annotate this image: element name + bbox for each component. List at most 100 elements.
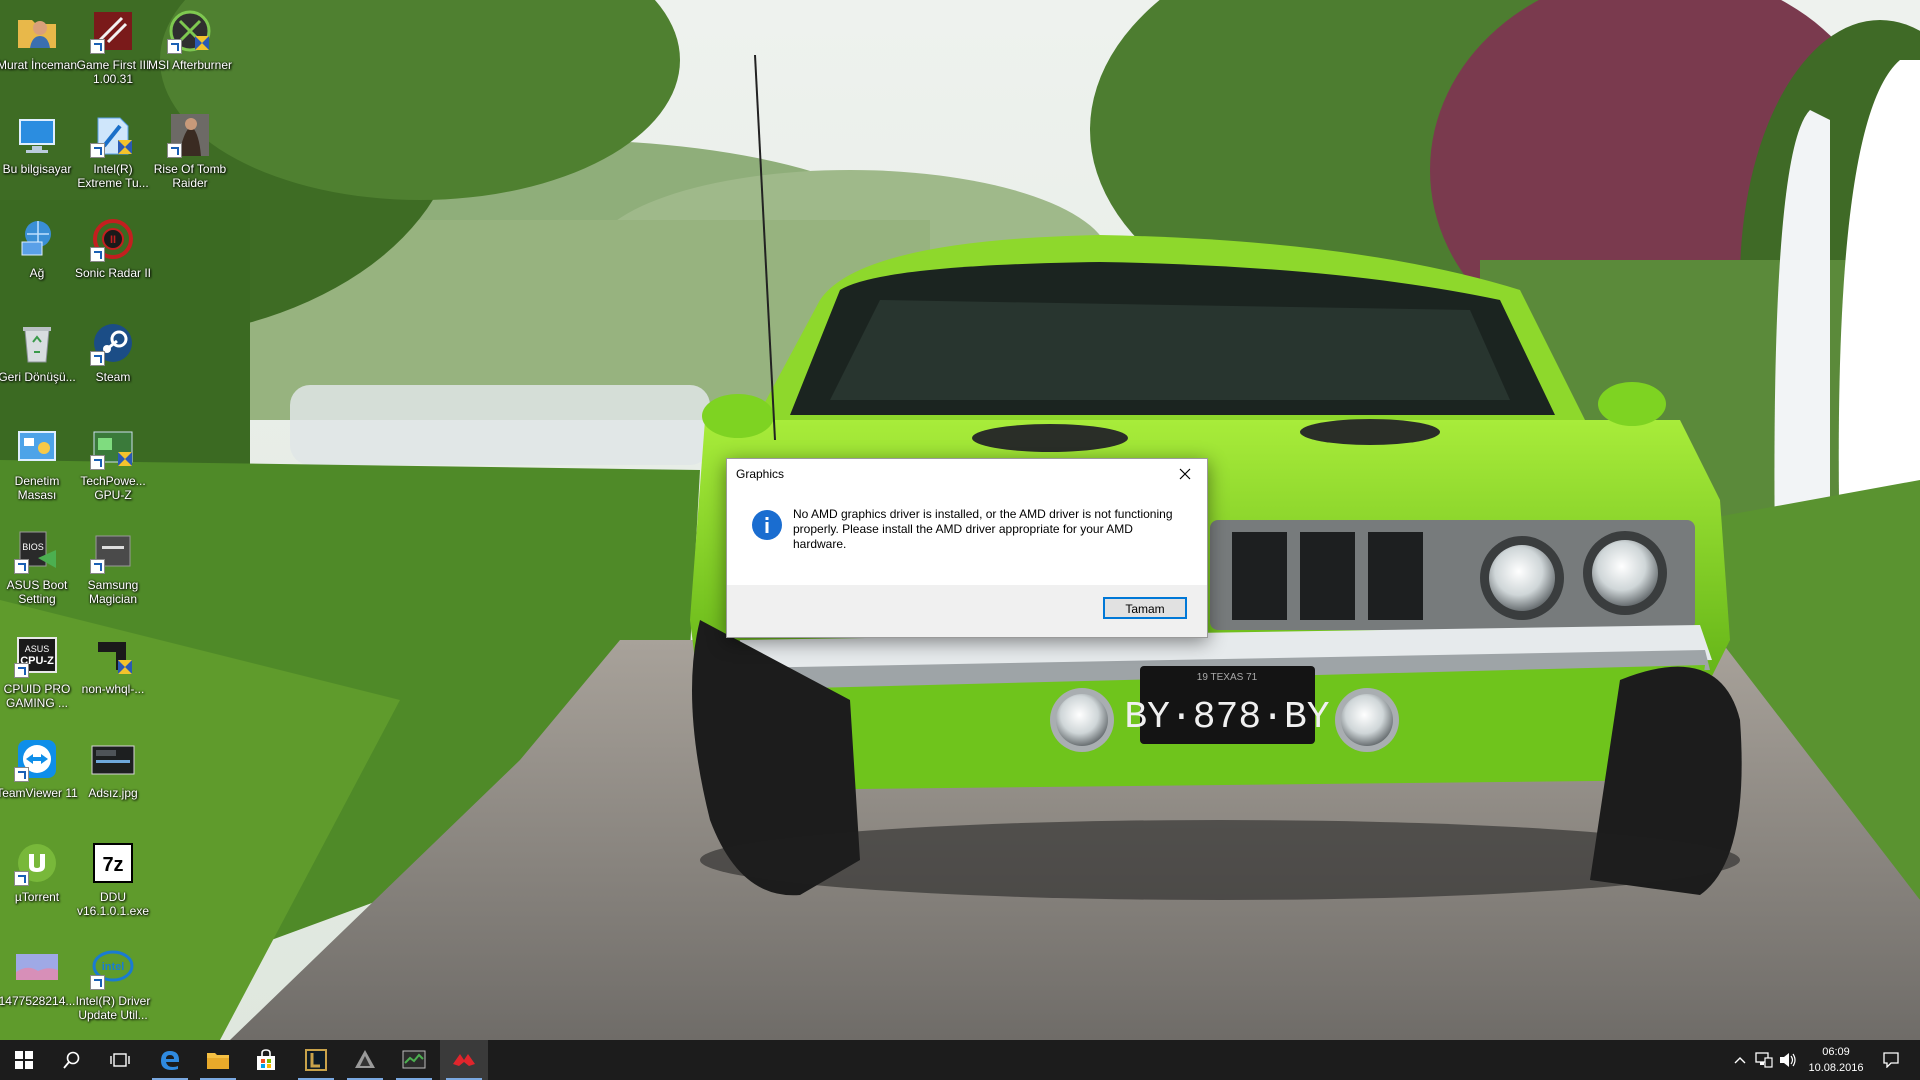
ok-button[interactable]: Tamam bbox=[1103, 597, 1187, 619]
svg-text:intel: intel bbox=[102, 961, 125, 973]
dialog-footer: Tamam bbox=[727, 585, 1207, 637]
desktop-icon-game-first[interactable]: Game First III 1.00.31 bbox=[70, 2, 156, 102]
start-icon bbox=[15, 1051, 33, 1069]
shortcut-arrow-icon bbox=[90, 559, 105, 574]
desktop-icon-image-file[interactable]: Adsız.jpg bbox=[70, 730, 156, 830]
image-thumbnail-icon bbox=[14, 944, 60, 990]
desktop-icon-steam[interactable]: Steam bbox=[70, 314, 156, 414]
store-icon bbox=[257, 1049, 275, 1070]
desktop-icon-intel-driver[interactable]: intel Intel(R) Driver Update Util... bbox=[70, 938, 156, 1038]
league-taskbar-button[interactable] bbox=[292, 1040, 340, 1080]
radeon-taskbar-button[interactable] bbox=[440, 1040, 488, 1080]
start-button[interactable] bbox=[0, 1040, 48, 1080]
task-view-button[interactable] bbox=[96, 1040, 144, 1080]
svg-text:ASUS: ASUS bbox=[25, 644, 50, 654]
desktop-icon-tomb-raider[interactable]: Rise Of Tomb Raider bbox=[147, 106, 233, 206]
desktop-icon-label: Samsung Magician bbox=[87, 578, 139, 606]
desktop-icon-label: Steam bbox=[95, 370, 131, 384]
clock-date: 10.08.2016 bbox=[1808, 1062, 1864, 1074]
desktop-icon-asus-boot[interactable]: BIOS ASUS Boot Setting bbox=[0, 522, 80, 622]
sonic-radar-icon: II bbox=[90, 216, 136, 262]
this-pc-icon bbox=[14, 112, 60, 158]
dialog-titlebar[interactable]: Graphics bbox=[727, 459, 1207, 489]
file-explorer-taskbar-button[interactable] bbox=[194, 1040, 242, 1080]
league-icon bbox=[305, 1049, 327, 1071]
7zip-icon: 7z bbox=[90, 840, 136, 886]
steam-icon bbox=[90, 320, 136, 366]
taskmgr-app-icon bbox=[402, 1050, 426, 1069]
desktop-icon-label: Murat İnceman bbox=[0, 58, 78, 72]
shortcut-arrow-icon bbox=[167, 143, 182, 158]
show-hidden-icons-button[interactable] bbox=[1728, 1040, 1752, 1080]
desktop-icon-amd-installer[interactable]: non-whql-... bbox=[70, 626, 156, 726]
edge-icon bbox=[161, 1051, 179, 1070]
desktop-icon-ddu[interactable]: 7z DDU v16.1.0.1.exe bbox=[70, 834, 156, 934]
desktop-icon-label: MSI Afterburner bbox=[147, 58, 233, 72]
file-explorer-icon bbox=[207, 1053, 229, 1069]
shortcut-arrow-icon bbox=[167, 39, 182, 54]
desktop-icon-label: Geri Dönüşü... bbox=[0, 370, 76, 384]
network-tray-icon bbox=[1755, 1052, 1773, 1068]
amd-installer-icon bbox=[90, 632, 136, 678]
desktop-icon-sonic-radar[interactable]: II Sonic Radar II bbox=[70, 210, 156, 310]
user-folder-icon bbox=[14, 8, 60, 54]
store-taskbar-button[interactable] bbox=[242, 1040, 290, 1080]
image-file-icon bbox=[90, 736, 136, 782]
gpu-z-icon bbox=[90, 424, 136, 470]
shortcut-arrow-icon bbox=[90, 247, 105, 262]
svg-text:BIOS: BIOS bbox=[22, 542, 44, 552]
radeon-icon bbox=[453, 1054, 475, 1066]
desktop-icon-label: DDU v16.1.0.1.exe bbox=[76, 890, 150, 918]
clock-time: 06:09 bbox=[1822, 1046, 1850, 1058]
desktop-icon-teamviewer[interactable]: TeamViewer 11 bbox=[0, 730, 80, 830]
desktop-icon-msi-afterburner[interactable]: MSI Afterburner bbox=[147, 2, 233, 102]
taskbar: 06:09 10.08.2016 bbox=[0, 1040, 1920, 1080]
desktop-icon-label: µTorrent bbox=[14, 890, 60, 904]
volume-tray-button[interactable] bbox=[1776, 1040, 1800, 1080]
desktop-icon-gpu-z[interactable]: TechPowe... GPU-Z bbox=[70, 418, 156, 518]
notifications-icon bbox=[1883, 1052, 1899, 1068]
close-icon bbox=[1179, 468, 1191, 480]
close-button[interactable] bbox=[1163, 459, 1207, 489]
network-icon bbox=[14, 216, 60, 262]
task-view-icon bbox=[110, 1053, 130, 1067]
desktop-icon-control-panel[interactable]: Denetim Masası bbox=[0, 418, 80, 518]
svg-text:II: II bbox=[110, 234, 116, 246]
samsung-magician-icon bbox=[90, 528, 136, 574]
desktop-icon-intel-xtu[interactable]: Intel(R) Extreme Tu... bbox=[70, 106, 156, 206]
desktop-icon-label: Denetim Masası bbox=[14, 474, 60, 502]
desktop-icon-recycle-bin[interactable]: Geri Dönüşü... bbox=[0, 314, 80, 414]
desktop-icon-utorrent[interactable]: µTorrent bbox=[0, 834, 80, 934]
clock[interactable]: 06:09 10.08.2016 bbox=[1804, 1044, 1868, 1076]
shortcut-arrow-icon bbox=[14, 767, 29, 782]
intel-xtu-icon bbox=[90, 112, 136, 158]
action-center-button[interactable] bbox=[1876, 1040, 1906, 1080]
intel-driver-icon: intel bbox=[90, 944, 136, 990]
desktop-icon-label: CPUID PRO GAMING ... bbox=[3, 682, 71, 710]
info-icon bbox=[752, 510, 782, 540]
search-button[interactable] bbox=[48, 1040, 96, 1080]
desktop-icon-network[interactable]: Ağ bbox=[0, 210, 80, 310]
svg-text:7z: 7z bbox=[102, 854, 123, 876]
game-app-taskbar-button[interactable] bbox=[341, 1040, 389, 1080]
desktop-icon-this-pc[interactable]: Bu bilgisayar bbox=[0, 106, 80, 206]
desktop-icon-user-folder[interactable]: Murat İnceman bbox=[0, 2, 80, 102]
desktop-icon-cpuid[interactable]: ASUS CPU-Z CPUID PRO GAMING ... bbox=[0, 626, 80, 726]
desktop-icon-label: non-whql-... bbox=[81, 682, 145, 696]
edge-taskbar-button[interactable] bbox=[146, 1040, 194, 1080]
desktop-icon-label: Game First III 1.00.31 bbox=[76, 58, 150, 86]
shortcut-arrow-icon bbox=[90, 455, 105, 470]
desktop-icon-label: Adsız.jpg bbox=[88, 786, 138, 800]
game-first-icon bbox=[90, 8, 136, 54]
shortcut-arrow-icon bbox=[90, 143, 105, 158]
recycle-bin-icon bbox=[14, 320, 60, 366]
desktop-icon-label: TeamViewer 11 bbox=[0, 786, 78, 800]
desktop-icon-label: Bu bilgisayar bbox=[2, 162, 72, 176]
network-tray-button[interactable] bbox=[1752, 1040, 1776, 1080]
game-app-icon bbox=[355, 1050, 375, 1068]
desktop-icon-label: ASUS Boot Setting bbox=[6, 578, 68, 606]
taskmgr-app-taskbar-button[interactable] bbox=[390, 1040, 438, 1080]
desktop-icon-samsung-magician[interactable]: Samsung Magician bbox=[70, 522, 156, 622]
desktop-icon-image-thumbnail[interactable]: 1477528214... bbox=[0, 938, 80, 1038]
shortcut-arrow-icon bbox=[90, 351, 105, 366]
